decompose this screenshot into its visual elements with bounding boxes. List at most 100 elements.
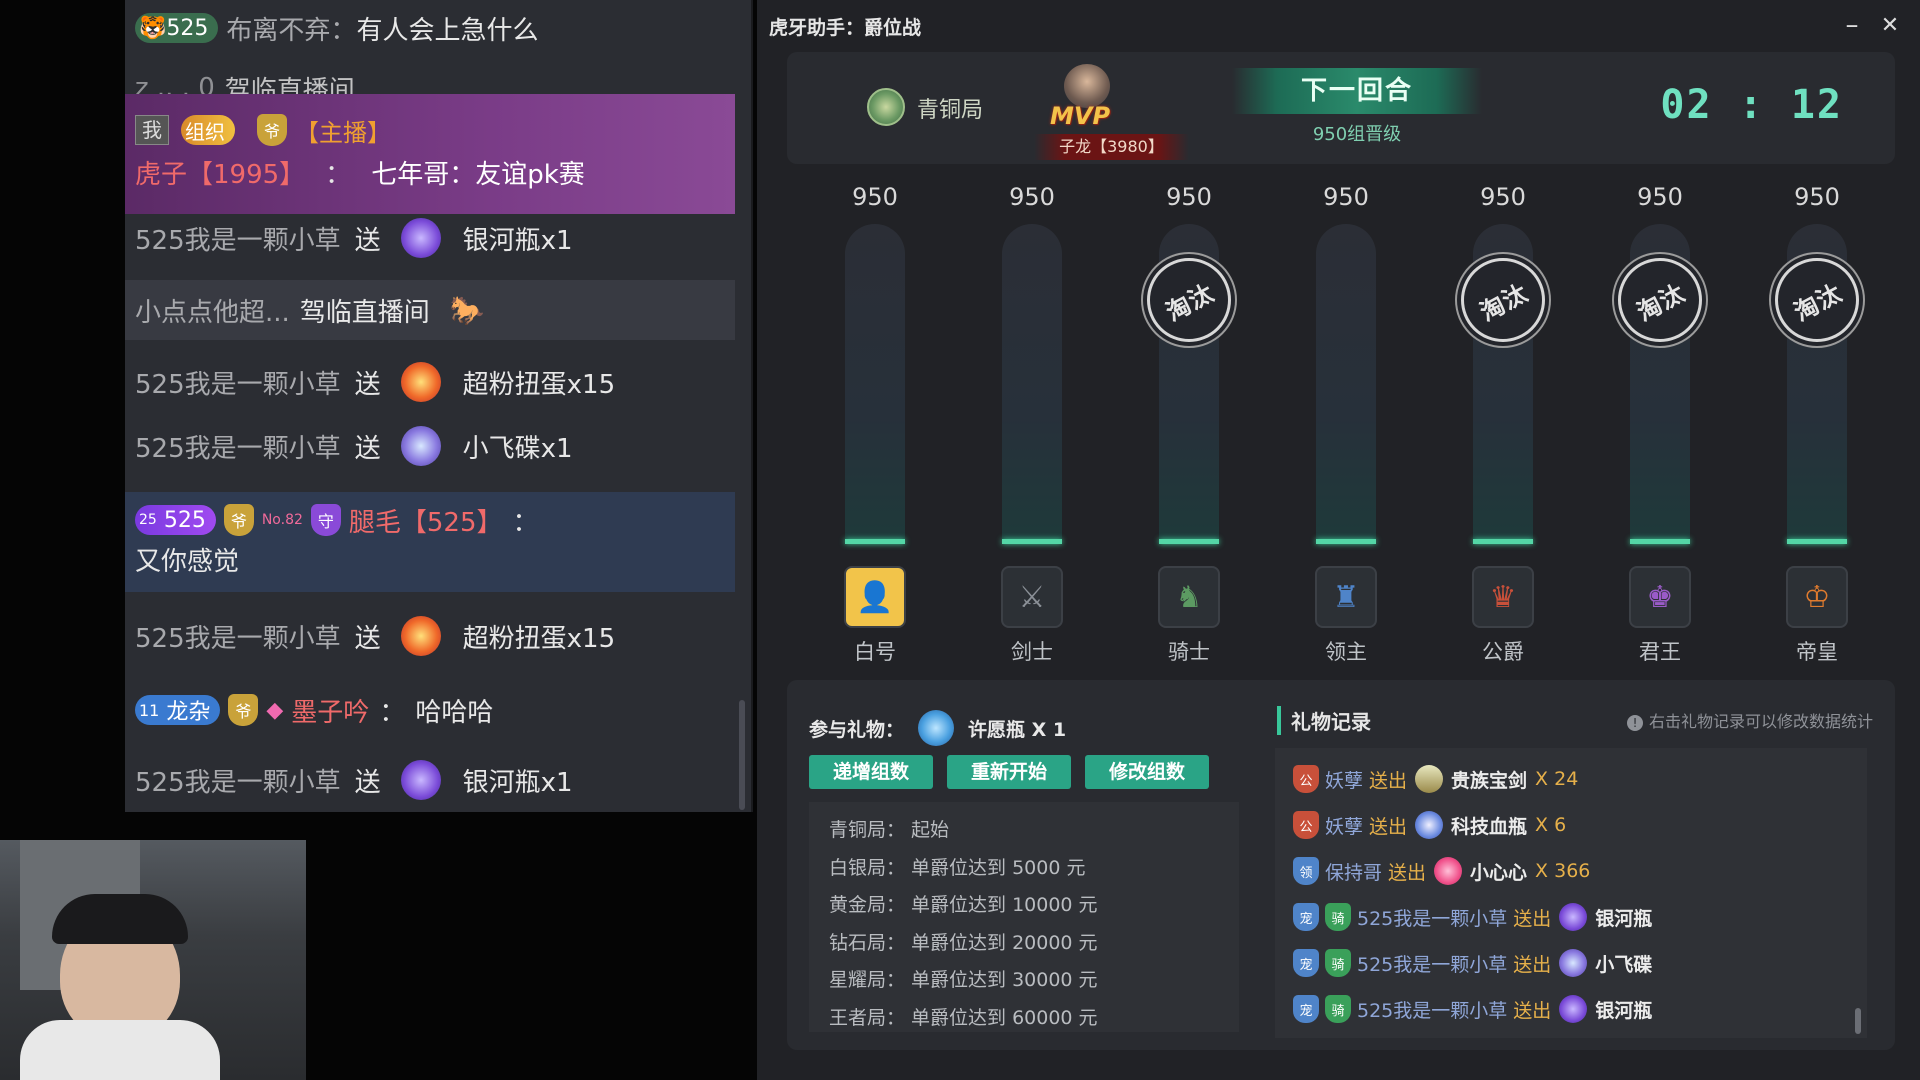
advance-rule: 950组晋级 (1312, 124, 1402, 145)
chat-text: 七年哥：友谊pk赛 (371, 159, 585, 190)
column-value: 950 (852, 183, 898, 211)
rank-label: 白号 (854, 640, 896, 664)
window-title: 虎牙助手：爵位战 (769, 16, 922, 39)
rank-label: 公爵 (1482, 640, 1524, 664)
chat-user[interactable]: 虎子【1995】 (135, 154, 305, 191)
galaxy-bottle-icon (1559, 903, 1588, 931)
rank-column: 950 👤 白号 (813, 180, 937, 666)
participating-gift: 参与礼物： 许愿瓶 X 1 (809, 710, 1066, 746)
rank-column: 950 ⚔ 剑士 (970, 180, 1094, 666)
org-badge: 组织 (181, 115, 235, 145)
gift-message: 525我是一颗小草 送 银河瓶x1 (125, 216, 735, 260)
monarch-icon[interactable]: ♚ (1629, 566, 1691, 628)
column-fill (1630, 539, 1690, 544)
rank-label: 剑士 (1011, 640, 1053, 664)
anchor-message: 我 组织 爷 【主播】 虎子【1995】 ： 七年哥：友谊pk赛 (125, 94, 735, 214)
noble-number-badge: No.82 (261, 512, 303, 528)
column-fill (1159, 539, 1219, 544)
edit-groups-button[interactable]: 修改组数 (1085, 755, 1209, 789)
restart-button[interactable]: 重新开始 (947, 755, 1071, 789)
guard-shield-icon: 爷 (223, 504, 254, 536)
ufo-icon (1559, 949, 1588, 977)
fan-badge-icon: 宠 (1293, 995, 1319, 1023)
chat-text: 有人会上急什么 (356, 15, 539, 46)
gift-record-row[interactable]: 公 妖孽 送出 科技血瓶 X 6 (1293, 802, 1867, 848)
column-track (1316, 224, 1376, 544)
countdown-timer: 02 : 12 (1660, 82, 1843, 128)
column-value: 950 (1323, 183, 1369, 211)
rank-label: 领主 (1325, 640, 1367, 664)
rank-label: 君王 (1639, 640, 1681, 664)
gift-message: 525我是一颗小草 送 小飞碟x1 (125, 424, 735, 468)
user-icon[interactable]: 👤 (844, 566, 906, 628)
gift-message: 525我是一颗小草 送 银河瓶x1 (125, 758, 735, 802)
assistant-window: 虎牙助手：爵位战 – ✕ 青铜局 MVP 子龙【3980】 下一回合 950组晋… (757, 0, 1920, 1080)
rank-label: 骑士 (1168, 640, 1210, 664)
rank-column: 950 淘汰 ♞ 骑士 (1127, 180, 1251, 666)
column-value: 950 (1166, 183, 1212, 211)
galaxy-bottle-icon (400, 760, 441, 800)
gift-message: 525我是一颗小草 送 超粉扭蛋x15 (125, 614, 735, 658)
increase-groups-button[interactable]: 递增组数 (809, 755, 933, 789)
chat-user[interactable]: 布离不弃 (226, 10, 330, 47)
guard-shield-icon: 爷 (228, 694, 259, 726)
chat-panel: 🐯 525 布离不弃 ： 有人会上急什么 z .. . 0 驾临直播间 我 组织… (125, 0, 753, 812)
chat-user[interactable]: 腿毛【525】 (349, 502, 503, 539)
next-round-button[interactable]: 下一回合 (1232, 68, 1482, 114)
fan-badge-icon: 宠 (1293, 949, 1319, 977)
horse-icon: 🐎 (449, 293, 485, 327)
duke-icon[interactable]: ♛ (1472, 566, 1534, 628)
round-rules: 青铜局： 起始 白银局： 单爵位达到 5000 元 黄金局： 单爵位达到 100… (809, 802, 1239, 1032)
fan-level-badge: 25 525 (135, 505, 216, 535)
gift-record-title: 礼物记录 (1277, 706, 1371, 735)
galaxy-bottle-icon (1559, 995, 1588, 1023)
gift-record-list[interactable]: 公 妖孽 送出 贵族宝剑 X 24 公 妖孽 送出 科技血瓶 X 6 领 保持哥 送出 小… (1275, 748, 1867, 1038)
knight-icon[interactable]: ♞ (1158, 566, 1220, 628)
entry-message: 小点点他超... 驾临直播间 🐎 (125, 280, 735, 340)
gift-record-row[interactable]: 宠 骑 525我是一颗小草 送出 银河瓶 (1293, 986, 1867, 1032)
chat-user[interactable]: 墨子吟 (291, 692, 369, 729)
chat-text: 哈哈哈 (415, 697, 494, 728)
chat-message: 🐯 525 布离不弃 ： 有人会上急什么 (125, 8, 735, 48)
fan-level-badge: 🐯 525 (135, 13, 219, 43)
eliminated-stamp: 淘汰 (1775, 258, 1859, 342)
eliminated-stamp: 淘汰 (1461, 258, 1545, 342)
streamer-shirt (20, 1020, 220, 1080)
rank-label: 帝皇 (1796, 640, 1838, 664)
sword-icon[interactable]: ⚔ (1001, 566, 1063, 628)
streamer-hair (52, 894, 188, 944)
ufo-icon (400, 426, 441, 466)
gift-record-row[interactable]: 公 妖孽 送出 贵族宝剑 X 24 (1293, 756, 1867, 802)
gift-record-tip: ! 右击礼物记录可以修改数据统计 (1626, 708, 1873, 732)
minimize-icon[interactable]: – (1837, 10, 1867, 40)
rule-item: 青铜局： 起始 (829, 819, 950, 841)
chat-text: 又你感觉 (135, 547, 240, 577)
control-panel: 参与礼物： 许愿瓶 X 1 递增组数 重新开始 修改组数 青铜局： 起始 白银局… (787, 680, 1895, 1050)
role-badge: 【主播】 (295, 118, 391, 147)
close-icon[interactable]: ✕ (1875, 10, 1905, 40)
tech-potion-icon (1415, 811, 1444, 839)
column-fill (1787, 539, 1847, 544)
noble-badge-icon: 领 (1293, 857, 1319, 885)
rule-item: 黄金局： 单爵位达到 10000 元 (829, 894, 1098, 916)
diamond-icon: ◆ (266, 697, 284, 723)
chat-message: 25 525 爷 No.82 守 腿毛【525】 ： 又你感觉 (125, 492, 735, 592)
gift-record-row[interactable]: 宠 骑 525我是一颗小草 送出 银河瓶 (1293, 894, 1867, 940)
me-badge: 我 (135, 115, 169, 145)
guard-shield-icon: 爷 (257, 114, 287, 146)
chat-scrollbar[interactable] (739, 700, 745, 810)
gift-record-row[interactable]: 领 保持哥 送出 小心心 X 366 (1293, 848, 1867, 894)
eliminated-stamp: 淘汰 (1618, 258, 1702, 342)
record-scrollbar[interactable] (1855, 1008, 1861, 1034)
chat-message: 11 龙杂 爷 ◆ 墨子吟 ： 哈哈哈 (125, 688, 735, 732)
emperor-icon[interactable]: ♔ (1786, 566, 1848, 628)
gift-record-row[interactable]: 宠 骑 525我是一颗小草 送出 小飞碟 (1293, 940, 1867, 986)
fan-level-badge: 11 龙杂 (135, 695, 221, 725)
gift-message: 525我是一颗小草 送 超粉扭蛋x15 (125, 360, 735, 404)
rank-column: 950 淘汰 ♚ 君王 (1598, 180, 1722, 666)
rule-item: 钻石局： 单爵位达到 20000 元 (829, 931, 1098, 954)
column-fill (1002, 539, 1062, 544)
lord-icon[interactable]: ♜ (1315, 566, 1377, 628)
column-fill (845, 539, 905, 544)
noble-badge-icon: 公 (1293, 765, 1319, 793)
